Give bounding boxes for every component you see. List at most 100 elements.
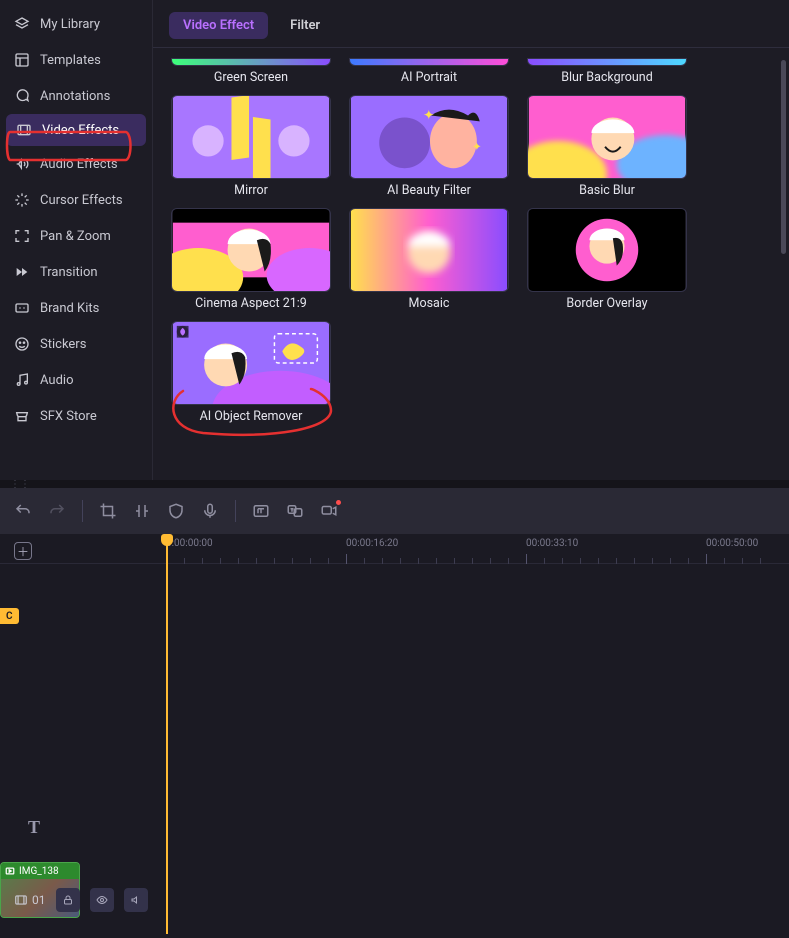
effect-thumb bbox=[171, 208, 331, 292]
sidebar-label: My Library bbox=[40, 17, 100, 32]
sidebar-item-templates[interactable]: Templates bbox=[0, 42, 152, 78]
sidebar-item-audio[interactable]: Audio bbox=[0, 362, 152, 398]
track-footer: 01 bbox=[14, 888, 148, 912]
effect-card-mirror[interactable]: Mirror bbox=[169, 95, 333, 198]
sidebar-item-brand-kits[interactable]: Brand Kits bbox=[0, 290, 152, 326]
effect-thumb bbox=[171, 321, 331, 405]
text-caption-button[interactable] bbox=[252, 502, 270, 520]
tab-filter[interactable]: Filter bbox=[276, 12, 334, 39]
video-clip-name: IMG_138 bbox=[19, 866, 59, 877]
marker-clip[interactable]: C bbox=[0, 608, 19, 624]
effect-thumb bbox=[527, 208, 687, 292]
effect-label: Basic Blur bbox=[579, 183, 635, 198]
sidebar-item-transition[interactable]: Transition bbox=[0, 254, 152, 290]
effect-card-cinema-aspect[interactable]: Cinema Aspect 21:9 bbox=[169, 208, 333, 311]
effect-label: AI Portrait bbox=[401, 70, 457, 85]
transition-icon bbox=[14, 264, 30, 280]
playhead[interactable] bbox=[166, 534, 168, 934]
track-count: 01 bbox=[14, 893, 46, 907]
crop-button[interactable] bbox=[99, 502, 117, 520]
sidebar: My Library Templates Annotations Video E… bbox=[0, 0, 152, 480]
separator bbox=[82, 500, 83, 522]
sidebar-label: Templates bbox=[40, 53, 101, 68]
sidebar-label: Video Effects bbox=[42, 123, 119, 138]
effect-thumb bbox=[171, 58, 331, 66]
content-panel: Video Effect Filter Green Screen AI Port… bbox=[152, 0, 789, 480]
sidebar-label: Stickers bbox=[40, 337, 86, 352]
effect-thumb bbox=[527, 95, 687, 179]
pan-zoom-icon bbox=[14, 228, 30, 244]
sidebar-label: Pan & Zoom bbox=[40, 229, 111, 244]
video-clip-header: IMG_138 bbox=[1, 863, 79, 879]
lock-track-button[interactable] bbox=[56, 888, 80, 912]
layers-icon bbox=[14, 16, 30, 32]
template-icon bbox=[14, 52, 30, 68]
sidebar-label: Audio Effects bbox=[40, 157, 118, 172]
sidebar-item-sfx-store[interactable]: SFX Store bbox=[0, 398, 152, 434]
effect-thumb bbox=[527, 58, 687, 66]
split-button[interactable] bbox=[133, 502, 151, 520]
effect-thumb: ✦ ✦ bbox=[349, 95, 509, 179]
sidebar-item-cursor-effects[interactable]: Cursor Effects bbox=[0, 182, 152, 218]
effect-card-border-overlay[interactable]: Border Overlay bbox=[525, 208, 689, 311]
effect-card-blur-background[interactable]: Blur Background bbox=[525, 58, 689, 85]
effect-card-mosaic[interactable]: Mosaic bbox=[347, 208, 511, 311]
text-track-icon[interactable]: T bbox=[28, 817, 40, 838]
mute-track-button[interactable] bbox=[124, 888, 148, 912]
effect-label: Blur Background bbox=[561, 70, 653, 85]
effect-label: Border Overlay bbox=[566, 296, 647, 311]
undo-button[interactable] bbox=[14, 502, 32, 520]
toggle-visibility-button[interactable] bbox=[90, 888, 114, 912]
sticker-icon bbox=[14, 336, 30, 352]
scrollbar[interactable] bbox=[781, 60, 786, 254]
effect-label: Mirror bbox=[234, 183, 268, 198]
subtitle-sync-button[interactable] bbox=[320, 502, 338, 520]
effect-card-ai-portrait[interactable]: AI Portrait bbox=[347, 58, 511, 85]
effects-grid: Green Screen AI Portrait Blur Background bbox=[153, 48, 789, 480]
svg-text:✦: ✦ bbox=[472, 140, 482, 154]
video-effects-icon bbox=[16, 122, 32, 138]
brand-kit-icon bbox=[14, 300, 30, 316]
redo-button[interactable] bbox=[48, 502, 66, 520]
translate-button[interactable] bbox=[286, 502, 304, 520]
effect-thumb bbox=[349, 58, 509, 66]
sidebar-item-annotations[interactable]: Annotations bbox=[0, 78, 152, 114]
audio-effects-icon bbox=[14, 156, 30, 172]
effect-label: Cinema Aspect 21:9 bbox=[195, 296, 307, 311]
panel-resize-handle[interactable]: ⋮⋮ bbox=[0, 480, 789, 488]
effect-thumb bbox=[171, 95, 331, 179]
timeline: ＋ 0:00:00:00 00:00:16:20 00:00:33:10 00:… bbox=[0, 534, 789, 938]
speech-bubble-icon bbox=[14, 88, 30, 104]
sidebar-item-stickers[interactable]: Stickers bbox=[0, 326, 152, 362]
sidebar-label: Brand Kits bbox=[40, 301, 99, 316]
effect-label: AI Beauty Filter bbox=[387, 183, 471, 198]
shield-button[interactable] bbox=[167, 502, 185, 520]
store-icon bbox=[14, 408, 30, 424]
sidebar-label: Transition bbox=[40, 265, 98, 280]
effect-card-ai-object-remover[interactable]: AI Object Remover bbox=[169, 321, 333, 424]
tracks-area[interactable]: C T IMG_138 01 bbox=[0, 564, 789, 938]
effect-label: Green Screen bbox=[214, 70, 288, 85]
timeline-ruler[interactable]: 0:00:00:00 00:00:16:20 00:00:33:10 00:00… bbox=[0, 534, 789, 564]
music-note-icon bbox=[14, 372, 30, 388]
sidebar-item-library[interactable]: My Library bbox=[0, 6, 152, 42]
svg-text:✦: ✦ bbox=[423, 107, 435, 123]
timeline-toolbar bbox=[0, 488, 789, 534]
effect-card-ai-beauty[interactable]: ✦ ✦ AI Beauty Filter bbox=[347, 95, 511, 198]
sidebar-label: Cursor Effects bbox=[40, 193, 123, 208]
effect-label: AI Object Remover bbox=[200, 409, 303, 424]
tab-video-effect[interactable]: Video Effect bbox=[169, 12, 268, 39]
sidebar-item-video-effects[interactable]: Video Effects bbox=[6, 114, 146, 146]
effect-card-green-screen[interactable]: Green Screen bbox=[169, 58, 333, 85]
ruler-ticks bbox=[166, 552, 789, 564]
ruler-label: 00:00:33:10 bbox=[526, 538, 578, 549]
sidebar-label: SFX Store bbox=[40, 409, 97, 424]
separator bbox=[235, 500, 236, 522]
sidebar-item-audio-effects[interactable]: Audio Effects bbox=[0, 146, 152, 182]
effect-card-basic-blur[interactable]: Basic Blur bbox=[525, 95, 689, 198]
microphone-button[interactable] bbox=[201, 502, 219, 520]
effect-label: Mosaic bbox=[409, 296, 450, 311]
effect-thumb bbox=[349, 208, 509, 292]
effect-tabs: Video Effect Filter bbox=[153, 0, 789, 48]
sidebar-item-pan-zoom[interactable]: Pan & Zoom bbox=[0, 218, 152, 254]
